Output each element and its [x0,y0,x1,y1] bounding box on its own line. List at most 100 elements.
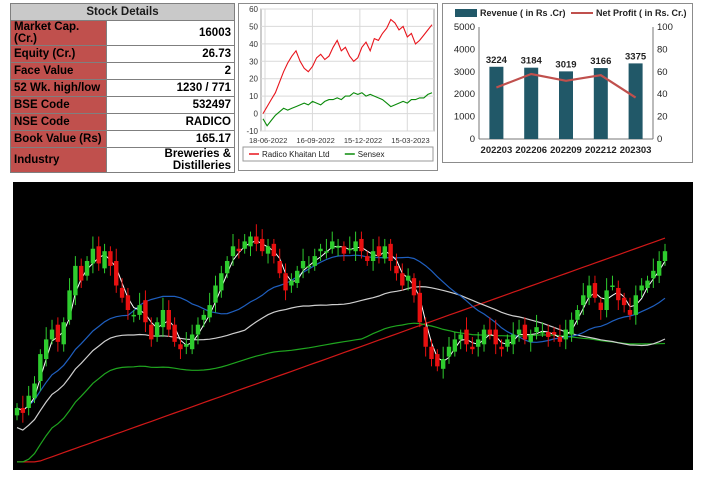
candle-body [300,261,306,269]
candle-body [505,339,510,347]
y-left-tick-label: 5000 [454,22,475,33]
stock-details-title: Stock Details [10,3,235,21]
x-tick-label: 15-03-2023 [391,136,429,145]
y-tick-label: 50 [249,22,258,31]
candle-body [61,322,66,345]
candle-body [20,408,26,413]
moving-average-line [16,285,666,431]
candle-body [563,329,568,340]
candle-body [189,334,195,350]
row-value: 532497 [106,96,235,114]
candle-body [271,243,277,257]
y-left-tick-label: 1000 [454,112,475,123]
candle-body [651,270,656,279]
candle-body [516,329,522,335]
x-tick-label: 15-12-2022 [344,136,382,145]
y-tick-label: -10 [246,127,258,136]
candle-body [347,248,352,251]
plot-area [260,8,435,132]
candle-body [353,241,358,252]
candle-body [511,334,516,345]
bar-data-label: 3224 [486,55,508,66]
row-value: 2 [106,62,235,80]
candle-body [604,290,609,310]
candle-body [341,246,347,254]
candle-body [224,261,230,274]
candle-body [108,251,113,266]
price-comparison-chart: -10 0 10 20 30 40 50 60 18-06-2022 16-09-2022 15-1… [242,5,435,162]
candle-body [32,383,37,399]
candle-body [230,246,236,257]
bar-data-label: 3184 [521,56,543,67]
candle-body [370,251,376,261]
row-label: Equity (Cr.) [10,45,107,63]
candle-body [259,238,265,252]
row-label: Market Cap. (Cr.) [10,20,107,46]
candle-body [178,344,183,350]
candle-body [493,329,498,345]
candle-body [324,251,329,253]
candle-body [639,285,644,291]
candle-body [440,359,446,369]
candle-body [458,334,463,340]
y-tick-label: 0 [254,110,259,119]
candlestick-chart [14,224,668,463]
candle-body [540,332,545,334]
y-tick-label: 60 [249,5,258,14]
legend-label: Revenue ( in Rs .Cr) [480,8,566,18]
candle-body [236,248,242,252]
candle-body [633,295,639,315]
row-value: 1230 / 771 [106,79,235,97]
y-right-tick-label: 60 [657,67,668,78]
candle-body [394,265,399,274]
candle-body [295,270,300,284]
moving-average-line [17,322,666,463]
candle-body [43,339,49,359]
candle-body [487,329,493,335]
candle-body [610,285,615,287]
candle-body [662,251,668,261]
revenue-bar [628,63,643,139]
candle-body [14,408,20,416]
candle-body [79,265,84,281]
legend-swatch-revenue [455,9,477,17]
candle-body [172,324,177,342]
table-row: Industry Breweries & Distilleries [10,147,235,173]
candle-body [417,292,423,323]
financials-panel: 0 1000 2000 3000 4000 5000 0 20 40 60 80 100 3224 202… [442,3,693,163]
candle-body [359,238,364,252]
candle-body [160,310,166,328]
candle-body [283,273,288,291]
table-row: Book Value (Rs) 165.17 [10,130,235,148]
y-tick-label: 20 [249,75,258,84]
x-tick-label: 202203 [481,145,513,156]
candle-body [137,305,142,315]
candle-body [376,246,382,257]
legend-label: Radico Khaitan Ltd [262,150,330,159]
candle-body [645,280,650,288]
candle-body [557,336,563,342]
candle-body [73,265,78,296]
candle-body [405,275,411,281]
candle-body [254,236,259,244]
row-label: BSE Code [10,96,107,114]
y-left-tick-label: 2000 [454,89,475,100]
candle-body [143,300,148,323]
candle-body [184,344,189,347]
candle-body [365,256,370,261]
legend-label: Net Profit ( in Rs. Cr.) [596,8,687,18]
financials-chart: 0 1000 2000 3000 4000 5000 0 20 40 60 80 100 3224 202… [454,8,687,156]
table-row: Equity (Cr.) 26.73 [10,45,235,63]
candle-body [581,295,586,306]
candle-body [335,246,341,248]
legend-label: Sensex [358,150,385,159]
y-left-tick-label: 3000 [454,67,475,78]
candlestick-panel [13,182,693,470]
candle-body [423,327,428,347]
candle-body [265,246,271,254]
candle-body [330,241,335,249]
candle-body [38,354,43,382]
x-tick-label: 202212 [585,145,617,156]
candle-body [248,236,253,247]
candle-body [306,265,312,268]
